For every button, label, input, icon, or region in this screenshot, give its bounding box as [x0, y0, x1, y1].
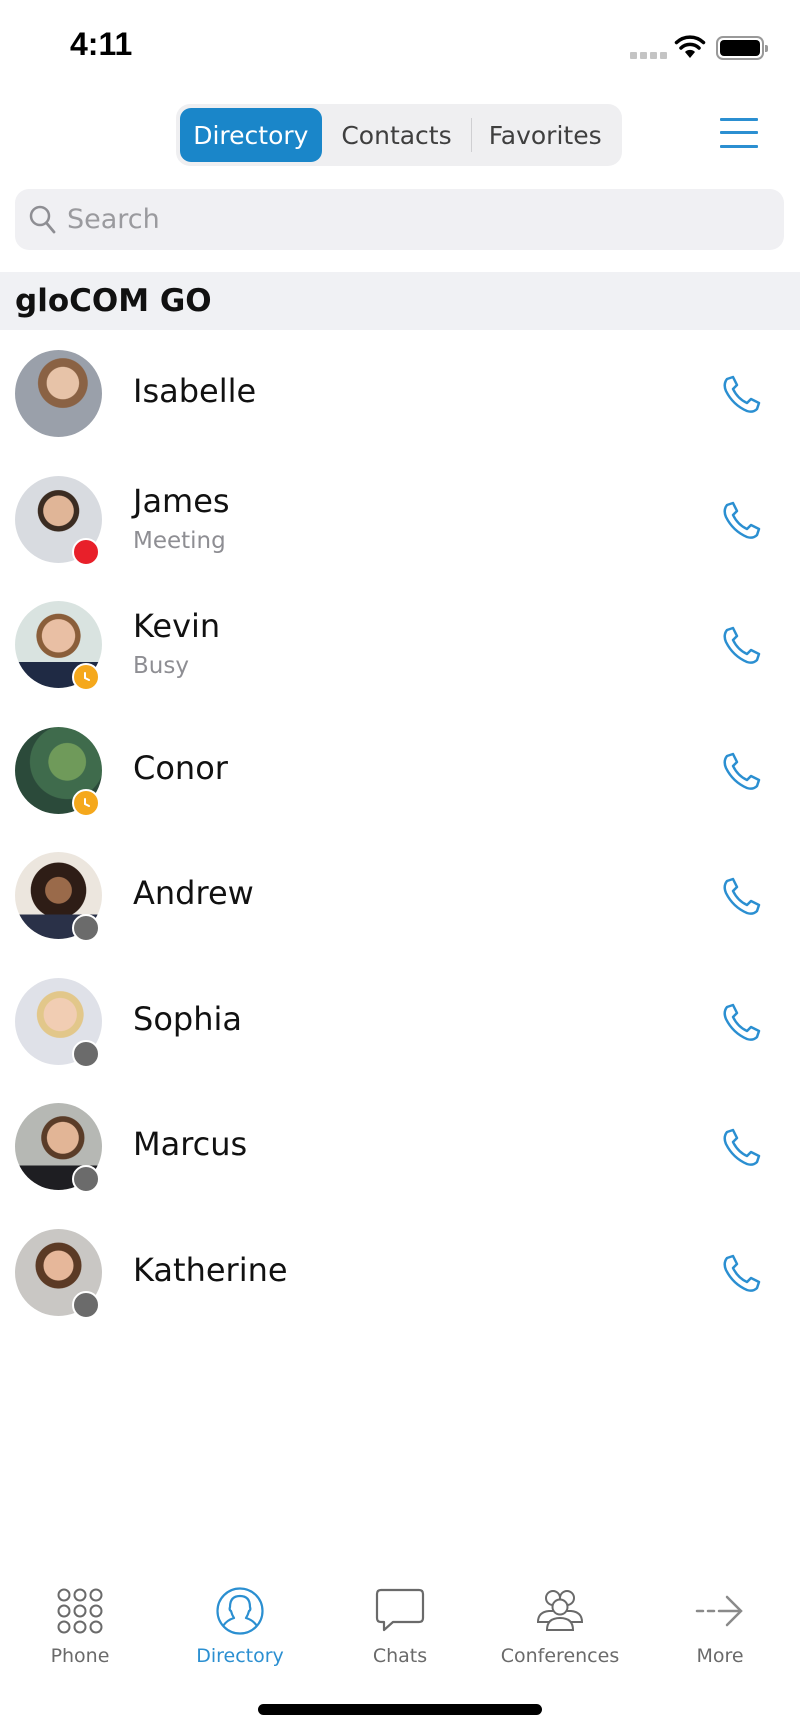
contact-row-conor[interactable]: Conor	[0, 707, 800, 833]
dashed-arrow-right-icon	[695, 1595, 743, 1627]
status-bar: 4:11	[0, 0, 800, 90]
tab-label: Phone	[50, 1645, 110, 1667]
contact-name: Sophia	[133, 999, 242, 1038]
contact-row-andrew[interactable]: Andrew	[0, 832, 800, 958]
tab-chats[interactable]: Chats	[320, 1570, 480, 1670]
search-icon	[29, 205, 56, 233]
phone-call-icon[interactable]	[718, 372, 764, 418]
contact-name: Katherine	[133, 1250, 288, 1289]
wifi-icon	[674, 35, 706, 58]
tab-label: Conferences	[500, 1645, 620, 1667]
battery-icon	[716, 36, 768, 60]
contact-row-marcus[interactable]: Marcus	[0, 1083, 800, 1209]
contact-row-james[interactable]: James Meeting	[0, 456, 800, 582]
section-header: gloCOM GO	[0, 272, 800, 330]
presence-offline-badge	[72, 1165, 100, 1193]
tab-more[interactable]: More	[640, 1570, 800, 1670]
tab-phone[interactable]: Phone	[0, 1570, 160, 1670]
contact-name: Isabelle	[133, 372, 257, 410]
contact-name: Conor	[133, 748, 228, 787]
presence-offline-badge	[72, 1039, 100, 1068]
tab-label: Chats	[372, 1645, 428, 1667]
tab-directory[interactable]: Directory	[160, 1570, 320, 1670]
phone-call-icon[interactable]	[718, 749, 764, 795]
contact-name: Marcus	[133, 1125, 248, 1163]
cellular-signal-icon	[630, 52, 667, 59]
hamburger-menu-icon[interactable]	[720, 118, 758, 150]
segment-contacts[interactable]: Contacts	[322, 108, 472, 162]
chat-bubble-icon	[375, 1588, 425, 1632]
search-input[interactable]	[67, 204, 747, 235]
contact-name: James	[133, 481, 230, 520]
segment-favorites[interactable]: Favorites	[472, 108, 618, 162]
bottom-tab-bar: Phone Directory Chats Conferences More	[0, 1570, 800, 1670]
tab-label: Directory	[196, 1645, 284, 1667]
segment-directory[interactable]: Directory	[180, 108, 322, 162]
status-time: 4:11	[70, 26, 133, 62]
dialpad-icon	[57, 1588, 103, 1634]
presence-offline-badge	[72, 914, 100, 942]
user-circle-icon	[216, 1587, 264, 1635]
phone-call-icon[interactable]	[718, 1000, 764, 1046]
phone-call-icon[interactable]	[718, 874, 764, 920]
clock-icon	[84, 797, 90, 807]
tab-conferences[interactable]: Conferences	[480, 1570, 640, 1670]
home-indicator	[258, 1704, 542, 1715]
contact-list: Isabelle James Meeting Kevin Busy Conor	[0, 330, 800, 1334]
presence-away-badge	[72, 788, 100, 817]
contact-row-katherine[interactable]: Katherine	[0, 1209, 800, 1335]
contact-status: Busy	[133, 653, 189, 679]
avatar	[15, 350, 102, 437]
contact-row-isabelle[interactable]: Isabelle	[0, 330, 800, 456]
phone-call-icon[interactable]	[718, 623, 764, 669]
presence-dnd-badge	[72, 537, 100, 566]
contact-status: Meeting	[133, 527, 226, 554]
search-bar[interactable]	[15, 189, 784, 250]
group-icon	[536, 1590, 584, 1631]
directory-segmented-control: Directory Contacts Favorites	[176, 104, 622, 166]
clock-icon	[84, 672, 90, 681]
contact-name: Kevin	[133, 607, 221, 645]
presence-offline-badge	[72, 1290, 100, 1319]
presence-away-badge	[72, 663, 100, 691]
phone-call-icon[interactable]	[718, 1251, 764, 1297]
contact-row-sophia[interactable]: Sophia	[0, 958, 800, 1084]
phone-call-icon[interactable]	[718, 498, 764, 544]
tab-label: More	[696, 1645, 744, 1667]
contact-row-kevin[interactable]: Kevin Busy	[0, 581, 800, 707]
contact-name: Andrew	[133, 874, 254, 912]
phone-call-icon[interactable]	[718, 1125, 764, 1171]
